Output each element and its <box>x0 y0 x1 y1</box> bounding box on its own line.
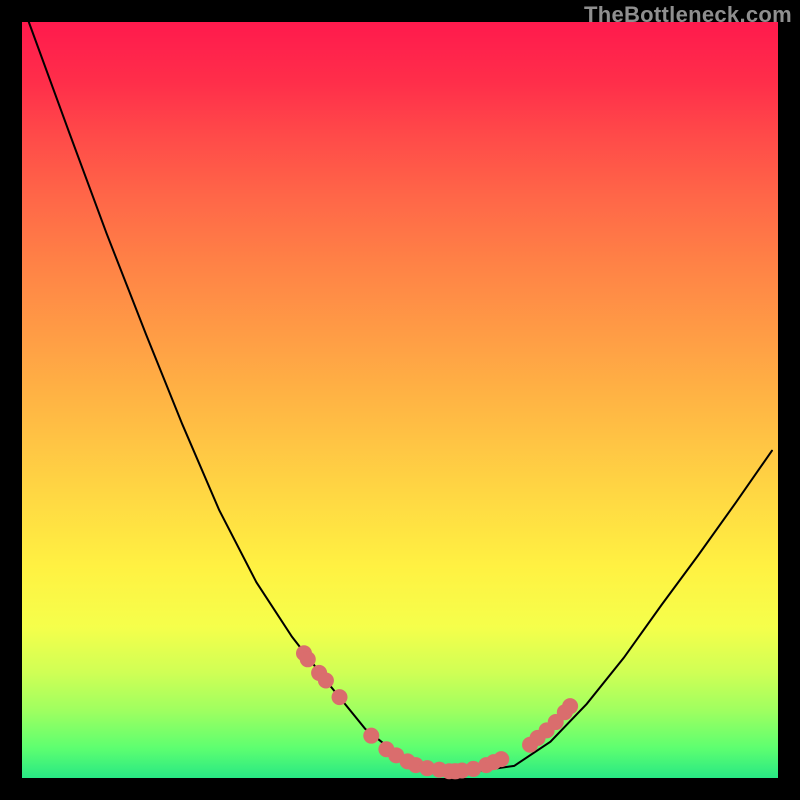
plot-area <box>22 22 778 778</box>
chart-container: TheBottleneck.com <box>0 0 800 800</box>
watermark-text: TheBottleneck.com <box>584 2 792 28</box>
data-dot <box>300 651 316 667</box>
data-dot <box>493 751 509 767</box>
data-dot <box>332 689 348 705</box>
chart-svg <box>22 22 778 778</box>
curve-line <box>29 22 772 771</box>
data-dot <box>318 672 334 688</box>
data-dot <box>363 728 379 744</box>
data-dot <box>562 698 578 714</box>
